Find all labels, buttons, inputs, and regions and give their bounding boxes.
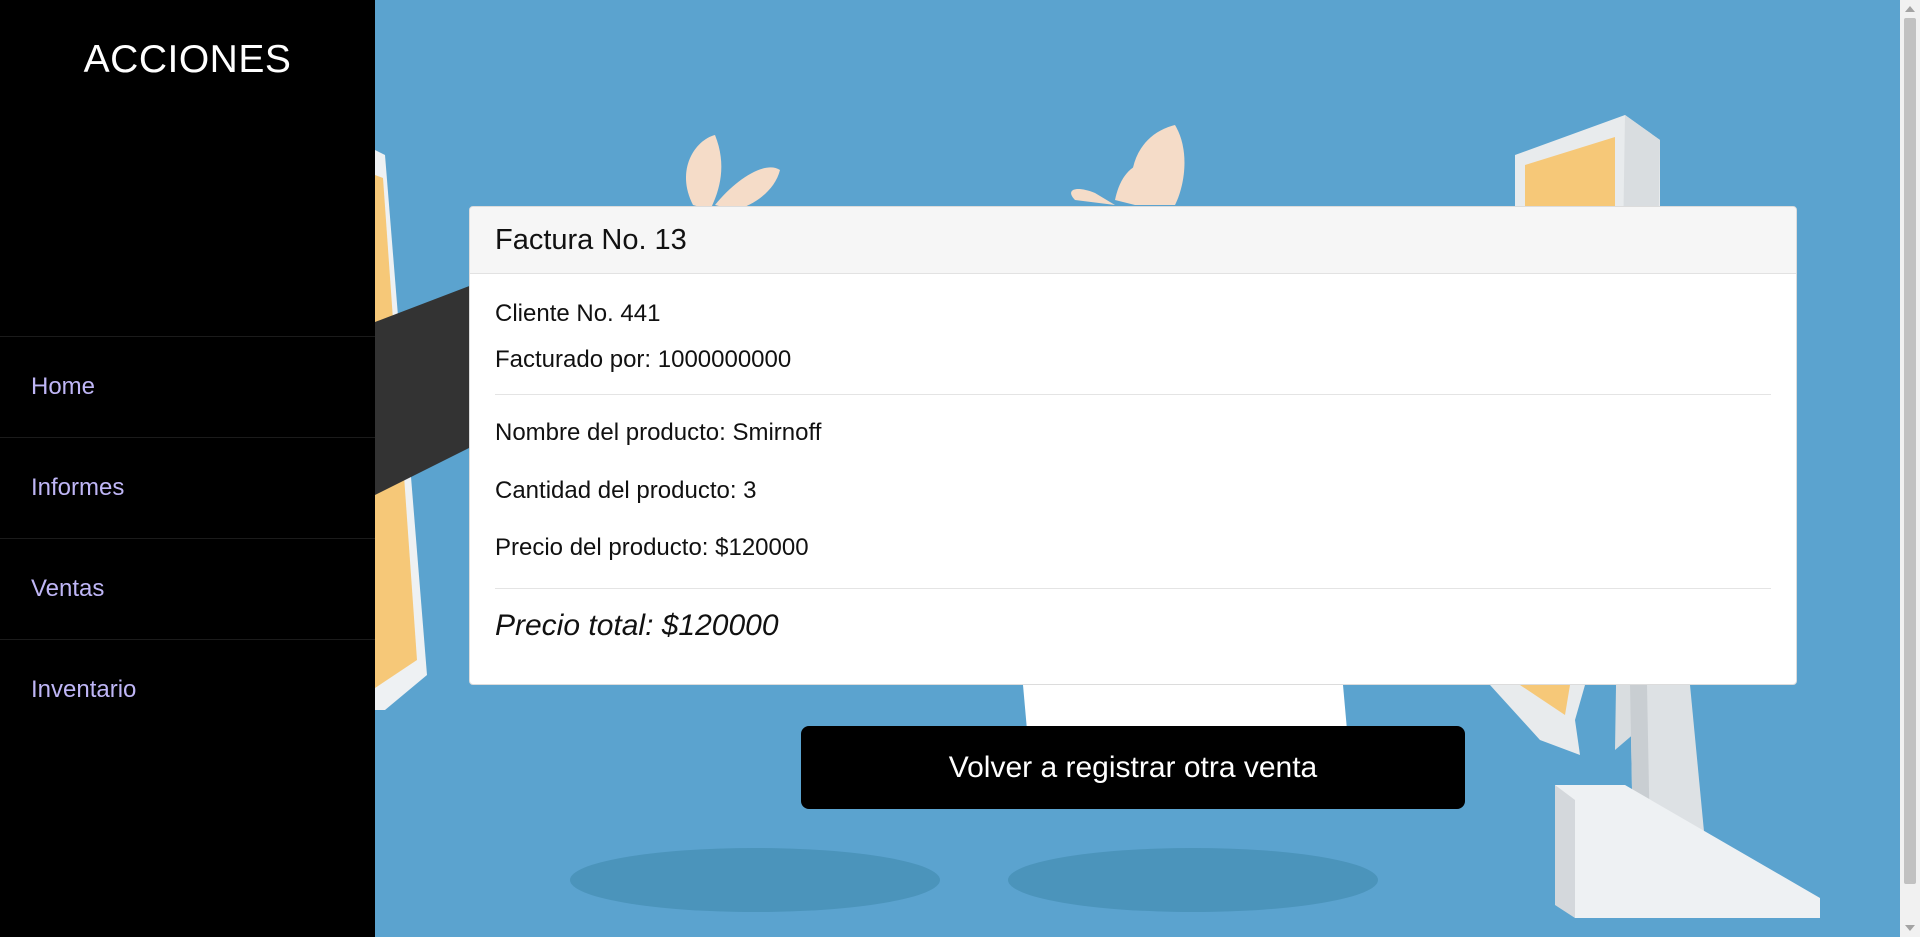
register-another-sale-button[interactable]: Volver a registrar otra venta <box>801 726 1465 809</box>
scroll-up-icon[interactable] <box>1905 6 1915 12</box>
divider <box>495 394 1771 395</box>
sidebar-item-ventas[interactable]: Ventas <box>0 538 375 639</box>
product-price: Precio del producto: $120000 <box>495 534 809 561</box>
scrollbar-thumb[interactable] <box>1904 18 1916 884</box>
sidebar-nav: Home Informes Ventas Inventario <box>0 336 375 740</box>
sidebar-title: ACCIONES <box>83 38 292 81</box>
sidebar-item-home[interactable]: Home <box>0 336 375 437</box>
client-number: Cliente No. 441 <box>495 300 661 327</box>
vertical-scrollbar[interactable] <box>1900 0 1920 937</box>
product-name: Nombre del producto: Smirnoff <box>495 419 822 446</box>
product-quantity: Cantidad del producto: 3 <box>495 477 757 504</box>
sidebar-item-inventario[interactable]: Inventario <box>0 639 375 740</box>
invoice-header: Factura No. 13 <box>470 207 1796 274</box>
divider <box>495 588 1771 589</box>
scroll-down-icon[interactable] <box>1905 925 1915 931</box>
invoice-card: Factura No. 13 Cliente No. 441 Facturado… <box>469 206 1797 685</box>
sidebar-item-informes[interactable]: Informes <box>0 437 375 538</box>
sidebar: ACCIONES Home Informes Ventas Inventario <box>0 0 375 937</box>
billed-by: Facturado por: 1000000000 <box>495 346 792 373</box>
total-price: Precio total: $120000 <box>495 609 779 642</box>
app-window: ACCIONES Home Informes Ventas Inventario… <box>0 0 1920 937</box>
